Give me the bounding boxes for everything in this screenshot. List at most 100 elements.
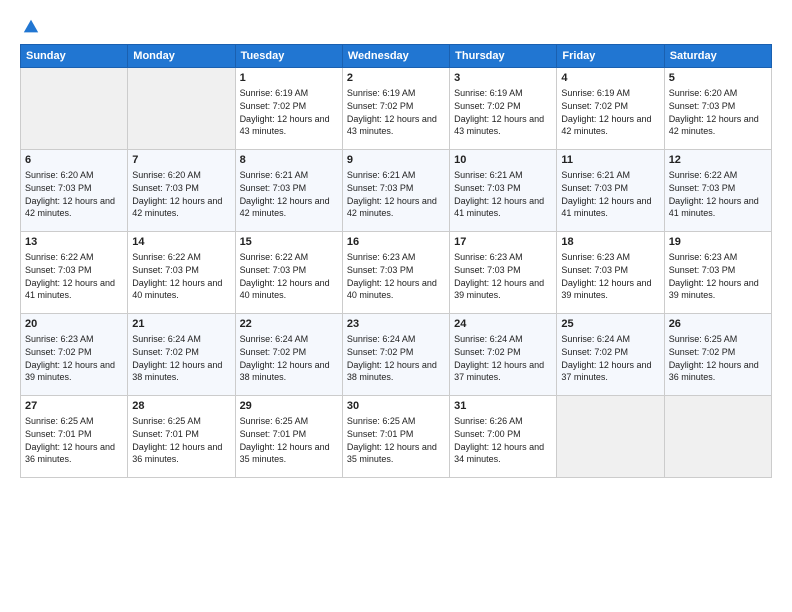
daylight-text: Daylight: 12 hours and 37 minutes. — [454, 360, 544, 383]
calendar-cell: 14Sunrise: 6:22 AMSunset: 7:03 PMDayligh… — [128, 232, 235, 314]
day-number: 15 — [240, 235, 338, 250]
sunrise-text: Sunrise: 6:20 AM — [669, 88, 738, 98]
daylight-text: Daylight: 12 hours and 39 minutes. — [561, 278, 651, 301]
daylight-text: Daylight: 12 hours and 42 minutes. — [347, 196, 437, 219]
daylight-text: Daylight: 12 hours and 36 minutes. — [25, 442, 115, 465]
daylight-text: Daylight: 12 hours and 38 minutes. — [347, 360, 437, 383]
day-number: 11 — [561, 153, 659, 168]
calendar-week-row: 6Sunrise: 6:20 AMSunset: 7:03 PMDaylight… — [21, 150, 772, 232]
sunrise-text: Sunrise: 6:24 AM — [347, 334, 416, 344]
sunrise-text: Sunrise: 6:21 AM — [561, 170, 630, 180]
sunrise-text: Sunrise: 6:25 AM — [132, 416, 201, 426]
daylight-text: Daylight: 12 hours and 39 minutes. — [454, 278, 544, 301]
day-number: 27 — [25, 399, 123, 414]
daylight-text: Daylight: 12 hours and 36 minutes. — [669, 360, 759, 383]
day-number: 14 — [132, 235, 230, 250]
sunset-text: Sunset: 7:01 PM — [240, 429, 307, 439]
logo — [20, 18, 40, 36]
sunrise-text: Sunrise: 6:25 AM — [25, 416, 94, 426]
day-number: 22 — [240, 317, 338, 332]
day-number: 26 — [669, 317, 767, 332]
sunset-text: Sunset: 7:02 PM — [561, 347, 628, 357]
sunset-text: Sunset: 7:03 PM — [669, 101, 736, 111]
sunrise-text: Sunrise: 6:23 AM — [454, 252, 523, 262]
daylight-text: Daylight: 12 hours and 34 minutes. — [454, 442, 544, 465]
sunrise-text: Sunrise: 6:25 AM — [240, 416, 309, 426]
calendar-cell: 11Sunrise: 6:21 AMSunset: 7:03 PMDayligh… — [557, 150, 664, 232]
calendar-cell: 12Sunrise: 6:22 AMSunset: 7:03 PMDayligh… — [664, 150, 771, 232]
calendar-cell — [664, 396, 771, 478]
day-number: 2 — [347, 71, 445, 86]
day-number: 1 — [240, 71, 338, 86]
sunrise-text: Sunrise: 6:23 AM — [347, 252, 416, 262]
calendar-week-row: 27 Sunrise: 6:25 AM Sunset: 7:01 PM Dayligh… — [21, 396, 772, 478]
daylight-text: Daylight: 12 hours and 42 minutes. — [240, 196, 330, 219]
calendar-cell — [557, 396, 664, 478]
header — [20, 18, 772, 36]
sunset-text: Sunset: 7:00 PM — [454, 429, 521, 439]
sunset-text: Sunset: 7:03 PM — [454, 265, 521, 275]
sunset-text: Sunset: 7:02 PM — [347, 101, 414, 111]
sunrise-text: Sunrise: 6:19 AM — [561, 88, 630, 98]
sunrise-text: Sunrise: 6:22 AM — [669, 170, 738, 180]
sunrise-text: Sunrise: 6:24 AM — [132, 334, 201, 344]
sunrise-text: Sunrise: 6:23 AM — [561, 252, 630, 262]
daylight-text: Daylight: 12 hours and 42 minutes. — [561, 114, 651, 137]
day-number: 23 — [347, 317, 445, 332]
sunset-text: Sunset: 7:01 PM — [25, 429, 92, 439]
day-number: 21 — [132, 317, 230, 332]
sunset-text: Sunset: 7:02 PM — [561, 101, 628, 111]
calendar-cell: 28Sunrise: 6:25 AMSunset: 7:01 PMDayligh… — [128, 396, 235, 478]
daylight-text: Daylight: 12 hours and 35 minutes. — [240, 442, 330, 465]
sunset-text: Sunset: 7:03 PM — [132, 183, 199, 193]
logo-text — [20, 18, 40, 36]
daylight-text: Daylight: 12 hours and 37 minutes. — [561, 360, 651, 383]
calendar-table: SundayMondayTuesdayWednesdayThursdayFrid… — [20, 44, 772, 478]
sunset-text: Sunset: 7:03 PM — [132, 265, 199, 275]
daylight-text: Daylight: 12 hours and 43 minutes. — [454, 114, 544, 137]
sunset-text: Sunset: 7:03 PM — [25, 183, 92, 193]
sunset-text: Sunset: 7:03 PM — [669, 265, 736, 275]
sunrise-text: Sunrise: 6:22 AM — [132, 252, 201, 262]
daylight-text: Daylight: 12 hours and 42 minutes. — [132, 196, 222, 219]
day-number: 20 — [25, 317, 123, 332]
sunrise-text: Sunrise: 6:24 AM — [454, 334, 523, 344]
day-number: 28 — [132, 399, 230, 414]
daylight-text: Daylight: 12 hours and 43 minutes. — [347, 114, 437, 137]
calendar-cell: 20Sunrise: 6:23 AMSunset: 7:02 PMDayligh… — [21, 314, 128, 396]
sunrise-text: Sunrise: 6:21 AM — [240, 170, 309, 180]
calendar-cell: 22Sunrise: 6:24 AMSunset: 7:02 PMDayligh… — [235, 314, 342, 396]
day-number: 10 — [454, 153, 552, 168]
sunrise-text: Sunrise: 6:20 AM — [25, 170, 94, 180]
day-of-week-header: Sunday — [21, 45, 128, 68]
daylight-text: Daylight: 12 hours and 38 minutes. — [132, 360, 222, 383]
day-number: 31 — [454, 399, 552, 414]
calendar-cell: 6Sunrise: 6:20 AMSunset: 7:03 PMDaylight… — [21, 150, 128, 232]
calendar-cell: 17Sunrise: 6:23 AMSunset: 7:03 PMDayligh… — [450, 232, 557, 314]
sunrise-text: Sunrise: 6:23 AM — [669, 252, 738, 262]
daylight-text: Daylight: 12 hours and 38 minutes. — [240, 360, 330, 383]
sunset-text: Sunset: 7:03 PM — [347, 265, 414, 275]
calendar-cell: 29Sunrise: 6:25 AMSunset: 7:01 PMDayligh… — [235, 396, 342, 478]
sunrise-text: Sunrise: 6:24 AM — [240, 334, 309, 344]
calendar-header-row: SundayMondayTuesdayWednesdayThursdayFrid… — [21, 45, 772, 68]
calendar-cell — [128, 68, 235, 150]
calendar-cell: 19Sunrise: 6:23 AMSunset: 7:03 PMDayligh… — [664, 232, 771, 314]
day-number: 18 — [561, 235, 659, 250]
day-number: 24 — [454, 317, 552, 332]
sunrise-text: Sunrise: 6:19 AM — [240, 88, 309, 98]
calendar-cell: 18Sunrise: 6:23 AMSunset: 7:03 PMDayligh… — [557, 232, 664, 314]
day-number: 3 — [454, 71, 552, 86]
sunrise-text: Sunrise: 6:26 AM — [454, 416, 523, 426]
daylight-text: Daylight: 12 hours and 39 minutes. — [25, 360, 115, 383]
sunset-text: Sunset: 7:03 PM — [347, 183, 414, 193]
sunset-text: Sunset: 7:02 PM — [454, 347, 521, 357]
sunset-text: Sunset: 7:03 PM — [240, 265, 307, 275]
sunrise-text: Sunrise: 6:20 AM — [132, 170, 201, 180]
calendar-cell: 10Sunrise: 6:21 AMSunset: 7:03 PMDayligh… — [450, 150, 557, 232]
calendar-cell: 23Sunrise: 6:24 AMSunset: 7:02 PMDayligh… — [342, 314, 449, 396]
calendar-cell: 1Sunrise: 6:19 AMSunset: 7:02 PMDaylight… — [235, 68, 342, 150]
calendar-cell: 3Sunrise: 6:19 AMSunset: 7:02 PMDaylight… — [450, 68, 557, 150]
sunset-text: Sunset: 7:03 PM — [561, 183, 628, 193]
calendar-page: SundayMondayTuesdayWednesdayThursdayFrid… — [0, 0, 792, 612]
